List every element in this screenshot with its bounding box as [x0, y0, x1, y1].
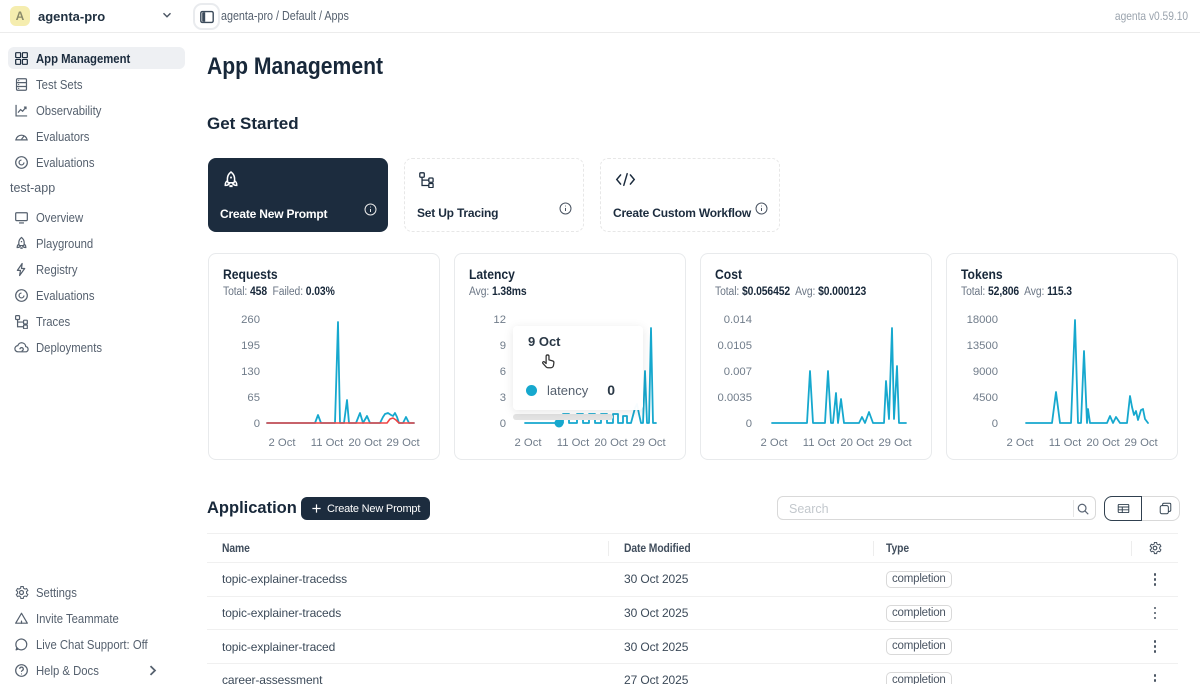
svg-text:20 Oct: 20 Oct — [840, 437, 874, 449]
svg-text:195: 195 — [241, 340, 260, 352]
svg-text:29 Oct: 29 Oct — [386, 437, 420, 449]
svg-text:11 Oct: 11 Oct — [1049, 437, 1082, 449]
svg-text:0: 0 — [500, 418, 506, 430]
svg-text:0.0105: 0.0105 — [717, 340, 752, 352]
svg-text:2 Oct: 2 Oct — [515, 437, 543, 449]
svg-text:29 Oct: 29 Oct — [632, 437, 666, 449]
svg-text:2 Oct: 2 Oct — [269, 437, 297, 449]
svg-text:0.014: 0.014 — [724, 314, 752, 326]
svg-text:65: 65 — [247, 392, 260, 404]
svg-text:0.007: 0.007 — [724, 366, 752, 378]
svg-text:11 Oct: 11 Oct — [311, 437, 344, 449]
svg-text:11 Oct: 11 Oct — [557, 437, 590, 449]
svg-text:9000: 9000 — [973, 366, 998, 378]
svg-text:6: 6 — [500, 366, 506, 378]
svg-text:2 Oct: 2 Oct — [761, 437, 789, 449]
svg-text:4500: 4500 — [973, 392, 998, 404]
svg-text:3: 3 — [500, 392, 506, 404]
svg-text:11 Oct: 11 Oct — [803, 437, 836, 449]
svg-text:0: 0 — [254, 418, 260, 430]
svg-text:0: 0 — [992, 418, 998, 430]
svg-text:13500: 13500 — [967, 340, 998, 352]
svg-text:20 Oct: 20 Oct — [348, 437, 382, 449]
svg-text:0.0035: 0.0035 — [717, 392, 752, 404]
svg-text:9: 9 — [500, 340, 506, 352]
svg-text:130: 130 — [241, 366, 260, 378]
svg-text:29 Oct: 29 Oct — [878, 437, 912, 449]
svg-text:20 Oct: 20 Oct — [1086, 437, 1120, 449]
svg-text:0: 0 — [746, 418, 752, 430]
svg-text:260: 260 — [241, 314, 260, 326]
svg-text:18000: 18000 — [967, 314, 998, 326]
svg-text:2 Oct: 2 Oct — [1007, 437, 1035, 449]
svg-text:12: 12 — [493, 314, 506, 326]
svg-text:20 Oct: 20 Oct — [594, 437, 628, 449]
svg-text:29 Oct: 29 Oct — [1124, 437, 1158, 449]
